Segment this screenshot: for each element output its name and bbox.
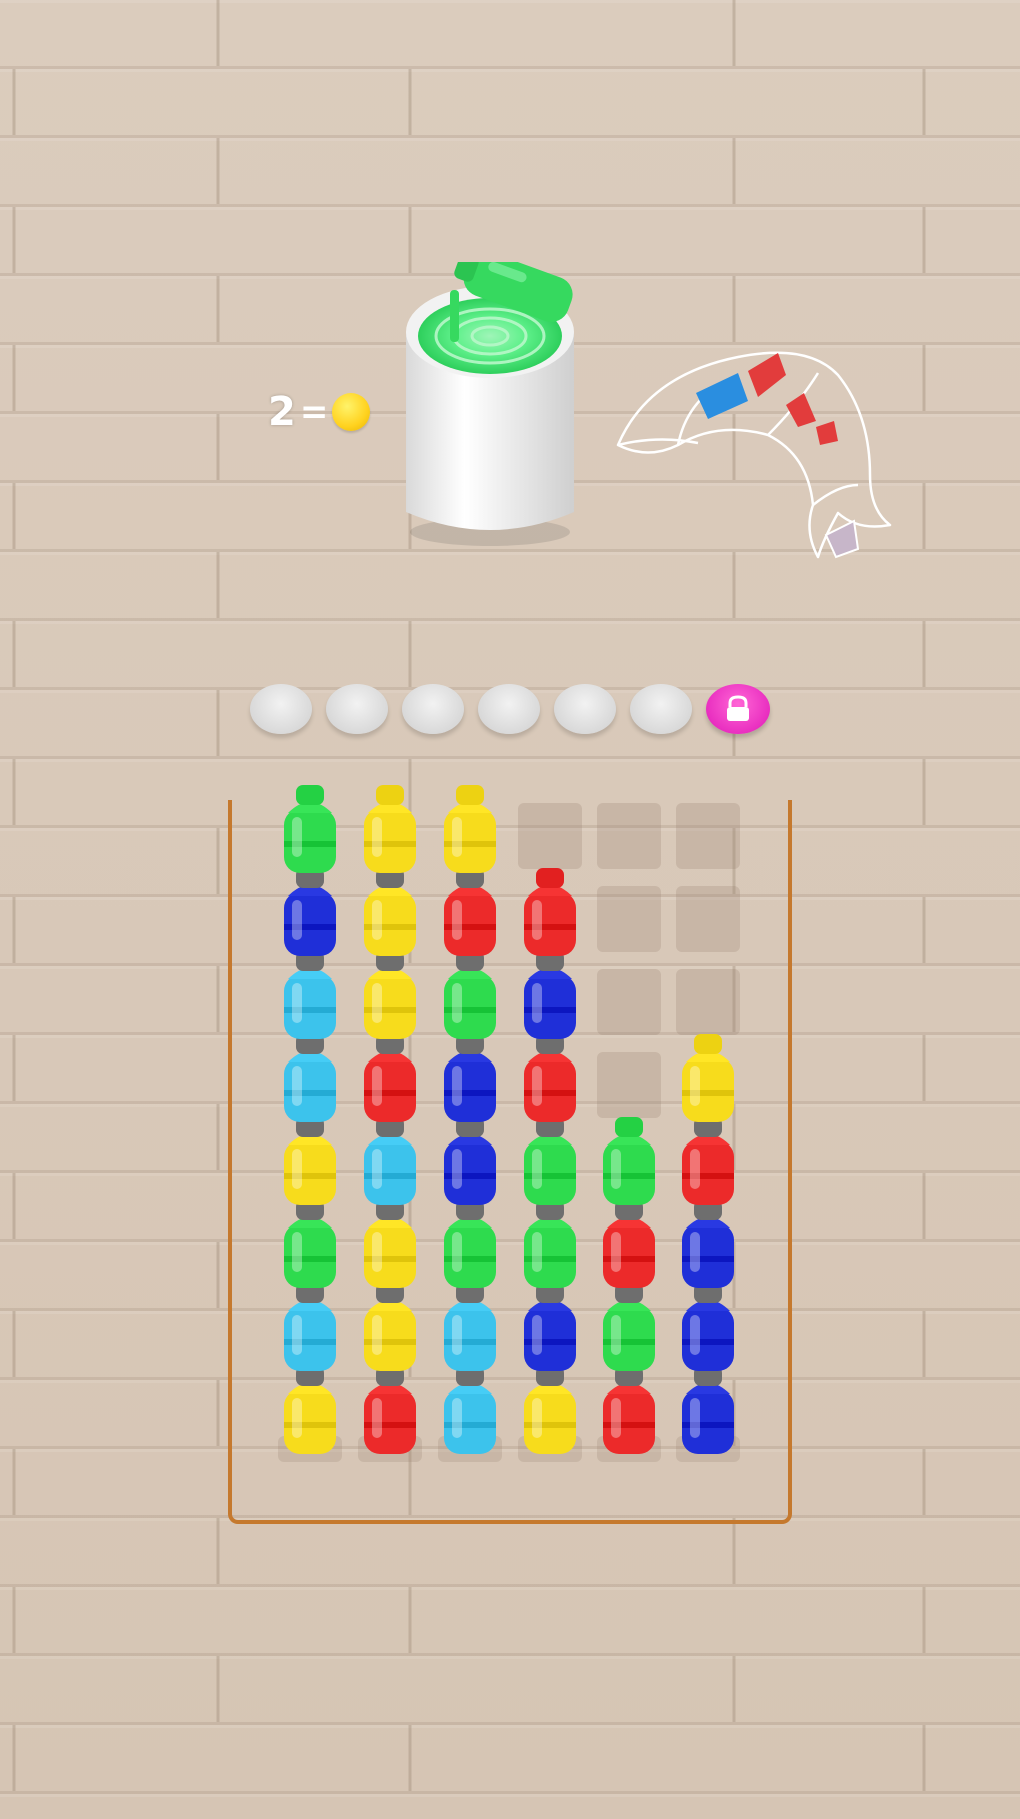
empty-cell [676, 969, 740, 1035]
bottle-blue [444, 1117, 496, 1205]
bottle-cyan [444, 1366, 496, 1454]
bottle-yellow[interactable] [444, 785, 496, 873]
empty-cell [518, 803, 582, 869]
bottle-cyan [284, 1034, 336, 1122]
bottle-yellow[interactable] [364, 785, 416, 873]
bottle-cap [456, 785, 484, 805]
empty-cell [597, 803, 661, 869]
bottle-red [603, 1366, 655, 1454]
bottle-blue [524, 951, 576, 1039]
bottle-cyan [284, 951, 336, 1039]
bottle-blue [682, 1283, 734, 1371]
bottle-yellow [364, 1283, 416, 1371]
empty-cell [676, 803, 740, 869]
bottle-green[interactable] [284, 785, 336, 873]
bottle-red [364, 1366, 416, 1454]
bottle-cap [536, 868, 564, 888]
bottle-yellow [284, 1366, 336, 1454]
bottle-blue [682, 1366, 734, 1454]
bottle-cyan [364, 1117, 416, 1205]
empty-cell [597, 886, 661, 952]
bottle-red[interactable] [524, 868, 576, 956]
bottle-cap [694, 1034, 722, 1054]
bottle-blue [284, 868, 336, 956]
bottle-green [284, 1200, 336, 1288]
bottle-green [444, 1200, 496, 1288]
empty-cell [597, 969, 661, 1035]
bottle-blue [524, 1283, 576, 1371]
empty-cell [597, 1052, 661, 1118]
bottle-green [524, 1200, 576, 1288]
bottle-red [444, 868, 496, 956]
bottle-yellow [364, 951, 416, 1039]
bottle-green [444, 951, 496, 1039]
bottle-red [524, 1034, 576, 1122]
bottle-green [524, 1117, 576, 1205]
bottle-cap [376, 785, 404, 805]
bottle-cap [615, 1117, 643, 1137]
bottle-red [682, 1117, 734, 1205]
empty-cell [676, 886, 740, 952]
bottle-yellow [284, 1117, 336, 1205]
bottle-blue [682, 1200, 734, 1288]
bottle-cyan [284, 1283, 336, 1371]
bottle-red [364, 1034, 416, 1122]
bottle-yellow [364, 1200, 416, 1288]
bottle-yellow[interactable] [682, 1034, 734, 1122]
bottle-grid [278, 785, 740, 1462]
bottle-red [603, 1200, 655, 1288]
bottle-green[interactable] [603, 1117, 655, 1205]
bottle-cyan [444, 1283, 496, 1371]
bottle-yellow [364, 868, 416, 956]
bottle-yellow [524, 1366, 576, 1454]
bottle-green [603, 1283, 655, 1371]
bottle-blue [444, 1034, 496, 1122]
bottle-cap [296, 785, 324, 805]
